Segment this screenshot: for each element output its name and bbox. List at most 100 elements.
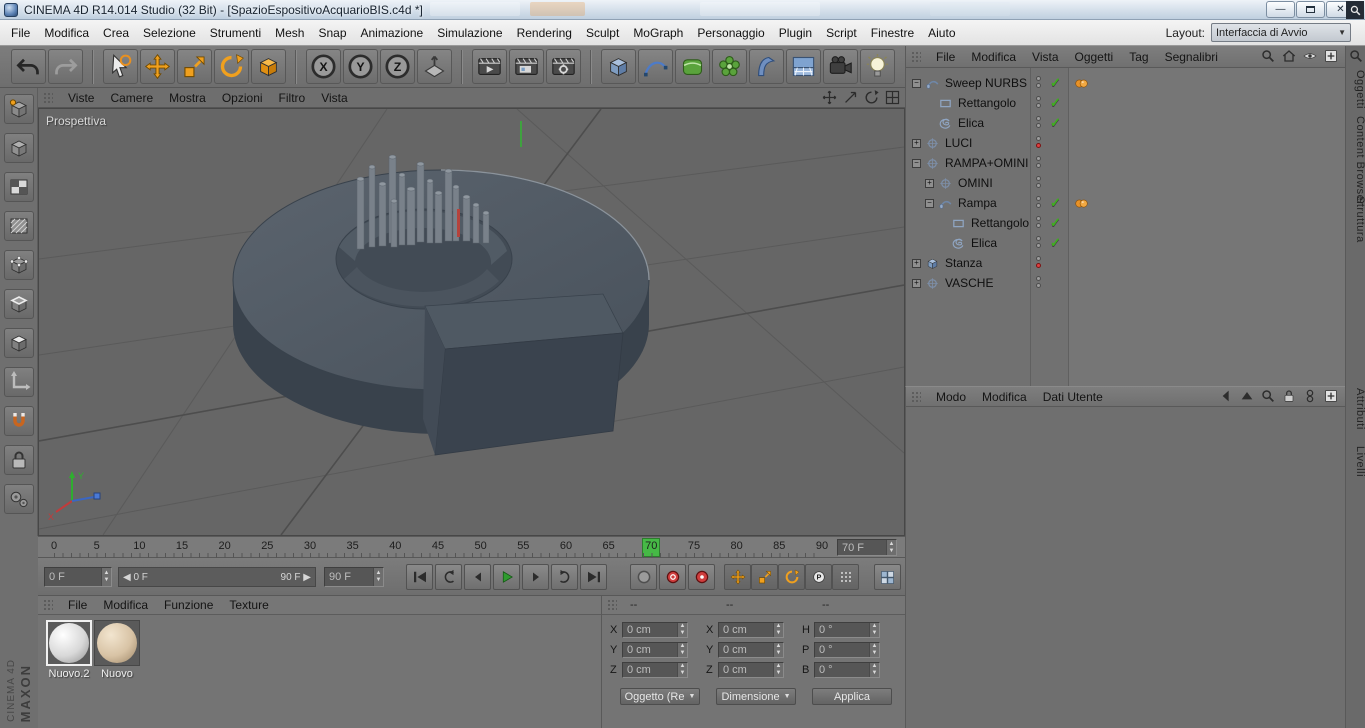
goto-end-button[interactable] [580, 564, 607, 590]
menu-plugin[interactable]: Plugin [772, 20, 819, 45]
menu-rendering[interactable]: Rendering [510, 20, 579, 45]
menu-modifica[interactable]: Modifica [37, 20, 96, 45]
viewport-filter-button[interactable] [3, 484, 34, 514]
play-backwards-button[interactable] [435, 564, 462, 590]
current-frame-field-stepper[interactable]: ▲ ▼ [886, 540, 896, 555]
scale-tool-button[interactable] [177, 49, 212, 84]
phong-tag-icon[interactable] [1074, 196, 1089, 211]
lock-y-button[interactable]: Y [343, 49, 378, 84]
side-tab-livelli[interactable]: Livelli [1346, 446, 1365, 477]
enabled-check-icon[interactable]: ✓ [1050, 195, 1061, 211]
rotate-view-icon[interactable] [863, 89, 880, 106]
coord-position-field-y-stepper[interactable]: ▲ ▼ [677, 643, 687, 657]
phong-tag-icon[interactable] [1074, 76, 1089, 91]
menu-finestre[interactable]: Finestre [864, 20, 921, 45]
coord-size-field-x[interactable]: 0 cm ▲ ▼ [718, 622, 784, 638]
minimize-button[interactable]: — [1266, 1, 1295, 18]
coord-rotation-field-h[interactable]: 0 ° ▲ ▼ [814, 622, 880, 638]
next-frame-button[interactable] [522, 564, 549, 590]
coord-position-field-z-stepper[interactable]: ▲ ▼ [677, 663, 687, 677]
search-icon[interactable] [1260, 388, 1276, 404]
primitive-cube-button[interactable] [601, 49, 636, 84]
viewport-menu-mostra[interactable]: Mostra [161, 91, 214, 105]
coord-rotation-field-p-stepper[interactable]: ▲ ▼ [869, 643, 879, 657]
texture-mode-button[interactable] [3, 172, 34, 202]
visibility-dots[interactable] [1036, 236, 1042, 250]
tree-row-elica[interactable]: Elica ✓ [906, 233, 1345, 253]
lock-z-button[interactable]: Z [380, 49, 415, 84]
current-frame-field[interactable]: 70 F ▲ ▼ [837, 539, 897, 556]
oggetto--re-button[interactable]: Oggetto (Re ▼ [620, 688, 700, 705]
tree-row-rettangolo[interactable]: Rettangolo ✓ [906, 213, 1345, 233]
light-button[interactable] [860, 49, 895, 84]
viewport-menu-opzioni[interactable]: Opzioni [214, 91, 271, 105]
visibility-dots[interactable] [1036, 76, 1042, 90]
nurbs-generator-button[interactable] [675, 49, 710, 84]
side-tab-struttura[interactable]: Struttura [1346, 196, 1365, 243]
axis-mode-button[interactable] [3, 367, 34, 397]
panel-grip[interactable] [911, 50, 921, 63]
lock-icon[interactable] [1281, 388, 1297, 404]
toggle-views-icon[interactable] [884, 89, 901, 106]
render-picture-viewer-button[interactable] [509, 49, 544, 84]
dolly-view-icon[interactable] [842, 89, 859, 106]
prev-frame-button[interactable] [464, 564, 491, 590]
expand-toggle[interactable]: + [925, 178, 934, 188]
menu-selezione[interactable]: Selezione [136, 20, 203, 45]
material-thumb-nuovo.2[interactable] [46, 620, 92, 666]
material-menu-texture[interactable]: Texture [221, 598, 276, 612]
last-tool-button[interactable] [251, 49, 286, 84]
coord-position-field-x-stepper[interactable]: ▲ ▼ [677, 623, 687, 637]
keyframe-selection-button[interactable] [874, 564, 901, 590]
record-objects-button[interactable] [659, 564, 686, 590]
panel-grip[interactable] [43, 91, 53, 104]
menu-personaggio[interactable]: Personaggio [690, 20, 771, 45]
viewport-menu-filtro[interactable]: Filtro [271, 91, 314, 105]
menu-file[interactable]: File [4, 20, 37, 45]
viewport-menu-camere[interactable]: Camere [102, 91, 161, 105]
visibility-dots[interactable] [1036, 276, 1042, 290]
camera-button[interactable] [823, 49, 858, 84]
move-tool-button[interactable] [140, 49, 175, 84]
enabled-check-icon[interactable]: ✓ [1050, 115, 1061, 131]
side-tab-attributi[interactable]: Attributi [1346, 388, 1365, 430]
coord-rotation-field-b[interactable]: 0 ° ▲ ▼ [814, 662, 880, 678]
pan-view-icon[interactable] [821, 89, 838, 106]
menu-sculpt[interactable]: Sculpt [579, 20, 626, 45]
side-tab-content-browser[interactable]: Content Browser [1346, 116, 1365, 205]
rotate-tool-button[interactable] [214, 49, 249, 84]
autokey-button[interactable] [688, 564, 715, 590]
visibility-dots[interactable] [1036, 156, 1042, 170]
preview-range-slider[interactable]: ◀ 0 F 90 F ▶ [118, 567, 316, 587]
add-panel-icon[interactable] [1323, 48, 1339, 64]
menu-crea[interactable]: Crea [96, 20, 136, 45]
attribute-menu-dati-utente[interactable]: Dati Utente [1035, 390, 1111, 404]
make-editable-button[interactable] [3, 94, 34, 124]
key-pla-button[interactable] [832, 564, 859, 590]
applica-button[interactable]: Applica [812, 688, 892, 705]
material-thumb-nuovo[interactable] [94, 620, 140, 666]
attribute-menu-modifica[interactable]: Modifica [974, 390, 1035, 404]
tree-row-rampa[interactable]: − Rampa ✓ [906, 193, 1345, 213]
menu-script[interactable]: Script [819, 20, 864, 45]
object-manager-menu-tag[interactable]: Tag [1121, 50, 1156, 64]
deformer-button[interactable] [749, 49, 784, 84]
menu-mesh[interactable]: Mesh [268, 20, 311, 45]
visibility-dots[interactable] [1036, 116, 1042, 130]
dimensione-button[interactable]: Dimensione ▼ [716, 688, 796, 705]
panel-grip[interactable] [607, 599, 617, 611]
home-icon[interactable] [1281, 48, 1297, 64]
viewport-menu-vista[interactable]: Vista [313, 91, 355, 105]
coord-position-field-z[interactable]: 0 cm ▲ ▼ [622, 662, 688, 678]
lock-x-button[interactable]: X [306, 49, 341, 84]
key-rotation-button[interactable] [778, 564, 805, 590]
snap-button[interactable] [3, 406, 34, 436]
tree-row-rampa-omini[interactable]: − RAMPA+OMINI [906, 153, 1345, 173]
collapse-toggle[interactable]: − [925, 198, 934, 208]
coord-size-field-z-stepper[interactable]: ▲ ▼ [773, 663, 783, 677]
tree-row-stanza[interactable]: + Stanza [906, 253, 1345, 273]
enabled-check-icon[interactable]: ✓ [1050, 215, 1061, 231]
menu-strumenti[interactable]: Strumenti [203, 20, 268, 45]
start-frame-field-stepper[interactable]: ▲ ▼ [101, 568, 111, 586]
enabled-check-icon[interactable]: ✓ [1050, 75, 1061, 91]
